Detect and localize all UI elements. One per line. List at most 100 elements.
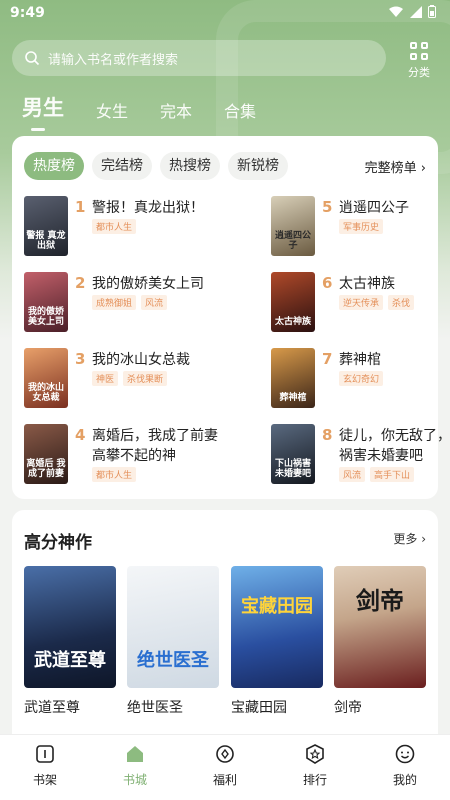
chevron-right-icon: › bbox=[421, 532, 426, 546]
tag: 军事历史 bbox=[339, 219, 384, 234]
chip-hot-search[interactable]: 热搜榜 bbox=[160, 152, 220, 180]
tag: 风流 bbox=[141, 295, 168, 310]
wifi-icon bbox=[389, 6, 403, 17]
cover-title: 离婚后 我成了前妻 bbox=[26, 459, 66, 479]
book-cover: 剑帝 bbox=[334, 566, 426, 688]
tag: 杀伐 bbox=[388, 295, 415, 310]
tag-list: 风流 高手下山 bbox=[339, 467, 450, 482]
chevron-right-icon: › bbox=[420, 161, 426, 176]
ranking-item[interactable]: 我的傲娇 美女上司 2 我的傲娇美女上司 成熟御姐 风流 bbox=[24, 272, 224, 334]
tag: 逆天传承 bbox=[339, 295, 384, 310]
tab-bookstore[interactable]: 书城 bbox=[100, 735, 170, 800]
book-card[interactable]: 宝藏田园 宝藏田园 bbox=[231, 566, 323, 717]
ranking-item[interactable]: 逍遥四公子 5 逍遥四公子 军事历史 bbox=[271, 196, 450, 258]
featured-section: 高分神作 更多 › 武道至尊 武道至尊 绝世医圣 绝世医圣 宝藏田园 宝藏田园 … bbox=[12, 510, 438, 750]
book-cover: 太古神族 bbox=[271, 272, 315, 332]
cover-title: 宝藏田园 bbox=[241, 596, 313, 617]
rank-number: 3 bbox=[75, 350, 86, 368]
book-card[interactable]: 绝世医圣 绝世医圣 bbox=[127, 566, 219, 717]
full-ranking-link[interactable]: 完整榜单 › bbox=[365, 157, 426, 176]
rank-number: 7 bbox=[322, 350, 333, 368]
ranking-item[interactable]: 太古神族 6 太古神族 逆天传承 杀伐 bbox=[271, 272, 450, 334]
cover-title: 警报 真龙出狱 bbox=[26, 231, 66, 251]
book-cover: 下山祸害 未婚妻吧 bbox=[271, 424, 315, 484]
ranking-item[interactable]: 离婚后 我成了前妻 4 离婚后，我成了前妻高攀不起的神 都市人生 bbox=[24, 424, 224, 486]
status-bar: 9:49 bbox=[0, 0, 450, 28]
chip-finished[interactable]: 完结榜 bbox=[92, 152, 152, 180]
book-title: 离婚后，我成了前妻高攀不起的神 bbox=[92, 428, 218, 464]
ranking-item[interactable]: 警报 真龙出狱 1 警报！真龙出狱！ 都市人生 bbox=[24, 196, 224, 258]
tab-label: 我的 bbox=[392, 773, 417, 787]
rank-number: 4 bbox=[75, 426, 86, 444]
bookstore-icon bbox=[127, 746, 143, 762]
ranking-item[interactable]: 葬神棺 7 葬神棺 玄幻奇幻 bbox=[271, 348, 450, 410]
book-title: 我的傲娇美女上司 bbox=[92, 276, 204, 292]
tag: 神医 bbox=[92, 371, 119, 386]
signal-icon bbox=[410, 5, 422, 18]
channel-tabs: 男生 女生 完本 合集 bbox=[22, 92, 288, 131]
rank-number: 1 bbox=[75, 198, 86, 216]
tab-collection[interactable]: 合集 bbox=[224, 98, 256, 122]
cover-title: 太古神族 bbox=[274, 317, 311, 327]
tag-list: 成熟御姐 风流 bbox=[92, 295, 222, 310]
cover-title: 绝世医圣 bbox=[137, 650, 209, 671]
cover-title: 剑帝 bbox=[356, 587, 404, 615]
book-title: 我的冰山女总裁 bbox=[92, 352, 190, 368]
tab-female[interactable]: 女生 bbox=[96, 98, 128, 122]
cover-title: 我的冰山 女总裁 bbox=[27, 383, 64, 403]
book-title: 警报！真龙出狱！ bbox=[92, 200, 204, 216]
tag: 风流 bbox=[339, 467, 366, 482]
bottom-tab-bar: 书架 书城 福利 排行 我的 bbox=[0, 734, 450, 800]
tab-male[interactable]: 男生 bbox=[22, 92, 64, 131]
tab-label: 排行 bbox=[302, 773, 327, 787]
ranking-item[interactable]: 我的冰山 女总裁 3 我的冰山女总裁 神医 杀伐果断 bbox=[24, 348, 224, 410]
search-placeholder: 请输入书名或作者搜索 bbox=[48, 52, 179, 68]
book-title: 太古神族 bbox=[339, 276, 395, 292]
tag: 成熟御姐 bbox=[92, 295, 137, 310]
book-cover: 我的冰山 女总裁 bbox=[24, 348, 68, 408]
tag: 玄幻奇幻 bbox=[339, 371, 384, 386]
tab-welfare[interactable]: 福利 bbox=[190, 735, 260, 800]
cover-title: 武道至尊 bbox=[34, 650, 106, 671]
book-title: 葬神棺 bbox=[339, 352, 381, 368]
tag: 都市人生 bbox=[92, 467, 137, 482]
tag: 高手下山 bbox=[370, 467, 415, 482]
book-cover: 离婚后 我成了前妻 bbox=[24, 424, 68, 484]
ranking-item[interactable]: 下山祸害 未婚妻吧 8 徒儿，你无敌了，去祸害未婚妻吧 风流高手下山 bbox=[271, 424, 450, 486]
tab-profile[interactable]: 我的 bbox=[370, 735, 440, 800]
more-link[interactable]: 更多 › bbox=[393, 530, 426, 547]
book-cover: 武道至尊 bbox=[24, 566, 116, 688]
battery-icon bbox=[428, 5, 436, 18]
book-cover: 警报 真龙出狱 bbox=[24, 196, 68, 256]
tag-list: 玄幻奇幻 bbox=[339, 371, 450, 386]
chip-hot[interactable]: 热度榜 bbox=[24, 152, 84, 180]
tab-completed[interactable]: 完本 bbox=[160, 98, 192, 122]
tag: 杀伐果断 bbox=[123, 371, 168, 386]
book-cover: 逍遥四公子 bbox=[271, 196, 315, 256]
book-cover: 绝世医圣 bbox=[127, 566, 219, 688]
ranking-chips: 热度榜 完结榜 热搜榜 新锐榜 bbox=[24, 152, 288, 180]
tag-list: 都市人生 bbox=[92, 219, 222, 234]
book-card[interactable]: 剑帝 剑帝 bbox=[334, 566, 426, 717]
book-title: 武道至尊 bbox=[24, 700, 80, 716]
tab-label: 福利 bbox=[212, 773, 237, 787]
status-time: 9:49 bbox=[10, 5, 45, 21]
rank-number: 6 bbox=[322, 274, 333, 292]
category-button[interactable]: 分类 bbox=[398, 40, 440, 80]
chip-new[interactable]: 新锐榜 bbox=[228, 152, 288, 180]
tab-ranking[interactable]: 排行 bbox=[280, 735, 350, 800]
book-card[interactable]: 武道至尊 武道至尊 bbox=[24, 566, 116, 717]
cover-title: 我的傲娇 美女上司 bbox=[27, 307, 64, 327]
status-icons bbox=[388, 5, 436, 18]
book-title: 剑帝 bbox=[334, 700, 362, 716]
book-title: 徒儿，你无敌了，去祸害未婚妻吧 bbox=[339, 428, 450, 464]
tag-list: 军事历史 bbox=[339, 219, 450, 234]
ranking-icon bbox=[306, 744, 324, 764]
search-input[interactable]: 请输入书名或作者搜索 bbox=[12, 40, 386, 76]
tab-bookshelf[interactable]: 书架 bbox=[10, 735, 80, 800]
search-icon bbox=[25, 51, 40, 66]
ranking-card: 热度榜 完结榜 热搜榜 新锐榜 完整榜单 › 警报 真龙出狱 1 警报！真龙出狱… bbox=[12, 136, 450, 499]
more-label: 更多 bbox=[393, 532, 418, 546]
tab-label: 书架 bbox=[32, 773, 57, 787]
cover-title: 逍遥四公子 bbox=[274, 231, 311, 251]
